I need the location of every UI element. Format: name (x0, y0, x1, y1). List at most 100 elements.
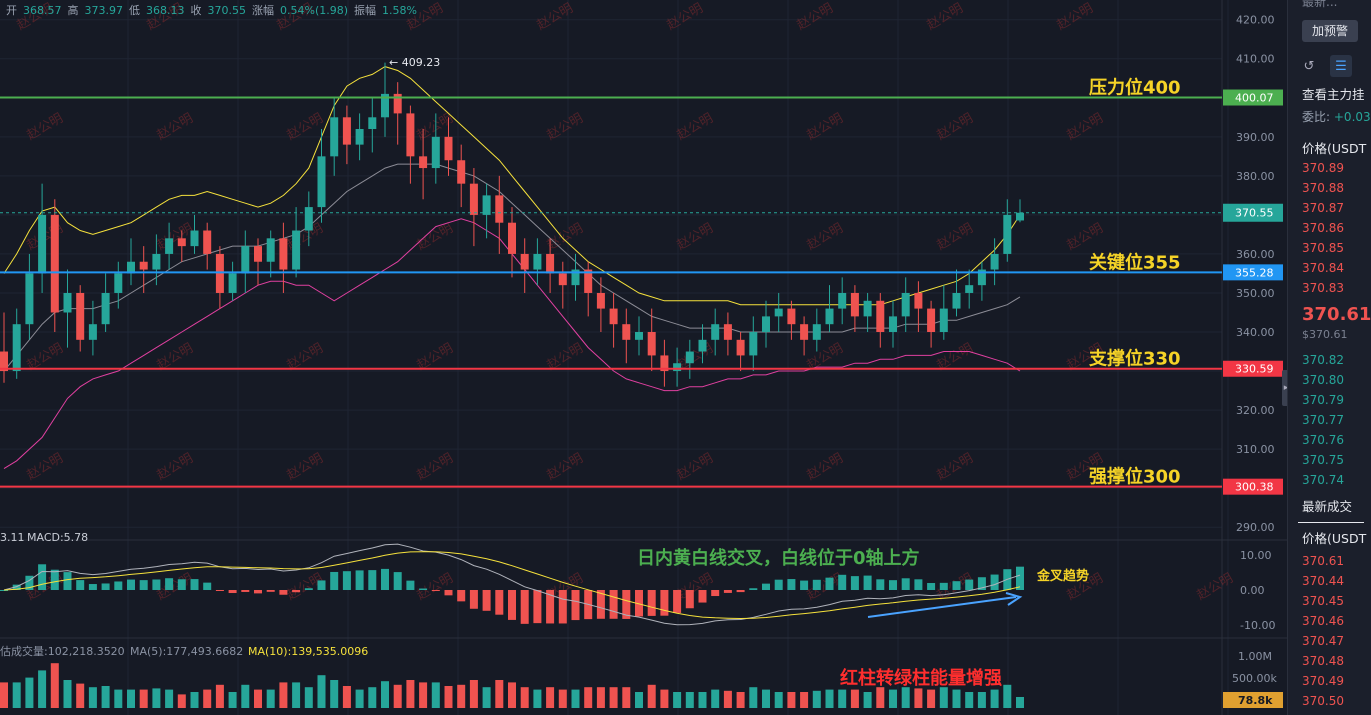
y-tick-label: 390.00 (1236, 131, 1275, 144)
macd-histogram-bar (825, 577, 834, 590)
macd-histogram-bar (495, 590, 504, 615)
watermark: 赵公明 (25, 451, 66, 483)
y-tick-label: 310.00 (1236, 443, 1275, 456)
macd-histogram-bar (863, 575, 872, 590)
chart-area[interactable]: 赵公明 赵公明 赵公明 赵公明 赵公明 赵公明 赵公明 赵公明 赵公明 赵公明 赵公明 赵公明 赵公明赵… (0, 0, 1287, 715)
y-tick-label: 320.00 (1236, 404, 1275, 417)
ask-price: 370.89 (1302, 161, 1344, 175)
volume-y-tick-label: 500.00k (1232, 672, 1277, 685)
macd-histogram-bar (812, 579, 821, 590)
macd-histogram-bar (520, 590, 529, 624)
candle-body (114, 273, 123, 293)
watermark: 赵公明 (935, 111, 976, 143)
volume-annotation: 红柱转绿柱能量增强 (840, 667, 1002, 689)
macd-histogram-bar (774, 579, 783, 590)
volume-bar (660, 689, 669, 708)
volume-bar (596, 687, 605, 708)
candle-body (685, 351, 694, 364)
last-volume-value: 78.8k (1238, 694, 1273, 707)
candle-body (927, 308, 936, 333)
candle-body (825, 308, 834, 325)
macd-histogram-bar (393, 572, 402, 590)
ask-price: 370.83 (1302, 281, 1344, 295)
trades-title: 最新成交 (1302, 499, 1353, 514)
volume-bar (584, 687, 593, 708)
candle-body (342, 117, 351, 145)
watermark: 赵公明 (935, 451, 976, 483)
candle-body (152, 253, 161, 270)
candle-body (990, 253, 999, 270)
candle-body (787, 308, 796, 325)
macd-histogram-bar (330, 571, 339, 590)
macd-histogram-bar (266, 590, 275, 592)
ratio-value: +0.03 (1333, 110, 1371, 124)
candle-body (469, 183, 478, 215)
candle-body (749, 332, 758, 356)
macd-histogram-bar (685, 590, 694, 609)
candle-body (914, 292, 923, 309)
ratio-label: 委比: (1302, 110, 1331, 124)
watermark: 赵公明 (805, 221, 846, 253)
trades-header: 价格(USDT (1302, 531, 1367, 546)
volume-bar (228, 692, 237, 708)
volume-bar (254, 689, 262, 708)
candle-body (368, 117, 377, 130)
candle-body (596, 292, 605, 309)
macd-histogram-bar (508, 590, 516, 620)
trades-list: 370.61 370.44 370.45 370.46 370.47 370.48 370.… (1288, 551, 1371, 711)
change-value: 0.54%(1.98) (280, 3, 349, 17)
macd-histogram-bar (952, 581, 961, 590)
main-order-label[interactable]: 查看主力挂 (1288, 84, 1365, 103)
current-price: 370.61 (1302, 304, 1371, 325)
macd-histogram-bar (127, 579, 135, 590)
candle-body (419, 156, 428, 169)
volume-bar (1016, 696, 1024, 708)
macd-histogram-bar (241, 590, 250, 592)
volume-bar (800, 692, 809, 708)
macd-histogram-bar (660, 590, 669, 616)
add-alert-button[interactable]: 加预警 (1302, 20, 1358, 42)
volume-bar (965, 692, 974, 708)
candle-body (101, 292, 110, 325)
level-label: 压力位400 (1089, 77, 1181, 99)
ask-price: 370.84 (1302, 261, 1344, 275)
volume-bar (711, 689, 720, 708)
ask-price: 370.85 (1302, 241, 1344, 255)
depth-view-icon[interactable]: ☰ (1330, 55, 1352, 77)
volume-bar (939, 687, 948, 708)
open-value: 368.57 (23, 3, 62, 17)
volume-bar (304, 687, 313, 708)
volume-bar (863, 692, 872, 708)
volume-bar (50, 663, 59, 708)
macd-histogram-bar (901, 578, 910, 590)
watermark: 赵公明 (545, 111, 586, 143)
amplitude-value: 1.58% (382, 3, 417, 17)
candle-body (25, 273, 34, 325)
refresh-icon[interactable]: ↺ (1298, 55, 1320, 77)
candle-body (76, 292, 85, 340)
ohlc-header: 开 368.57 高 373.97 低 368.13 收 370.55 涨幅 0… (0, 0, 417, 20)
volume-bar (368, 687, 377, 708)
y-tick-label: 410.00 (1236, 53, 1275, 66)
candle-body (228, 273, 237, 293)
candle-body (952, 292, 961, 309)
volume-bar (698, 692, 707, 708)
candle-body (736, 339, 745, 356)
volume-bar (342, 686, 351, 708)
macd-histogram-bar (88, 584, 97, 590)
macd-histogram-bar (457, 590, 466, 602)
macd-histogram-bar (139, 580, 148, 590)
watermark: 赵公明 (545, 221, 586, 253)
volume-bar (317, 675, 326, 708)
macd-histogram-bar (990, 574, 999, 590)
volume-bar (825, 689, 834, 708)
bid-price: 370.79 (1302, 393, 1344, 407)
candle-body (50, 214, 59, 313)
watermark: 赵公明 (155, 221, 196, 253)
volume-bar (622, 687, 631, 708)
candle-body (635, 332, 643, 340)
volume-bar (673, 692, 682, 708)
chart-canvas[interactable]: 赵公明 赵公明 赵公明 赵公明 赵公明 赵公明 赵公明 赵公明 赵公明赵公明 赵公明 赵公明 赵公明赵… (0, 0, 1287, 715)
candle-body (241, 246, 250, 274)
candle-body (444, 136, 453, 161)
